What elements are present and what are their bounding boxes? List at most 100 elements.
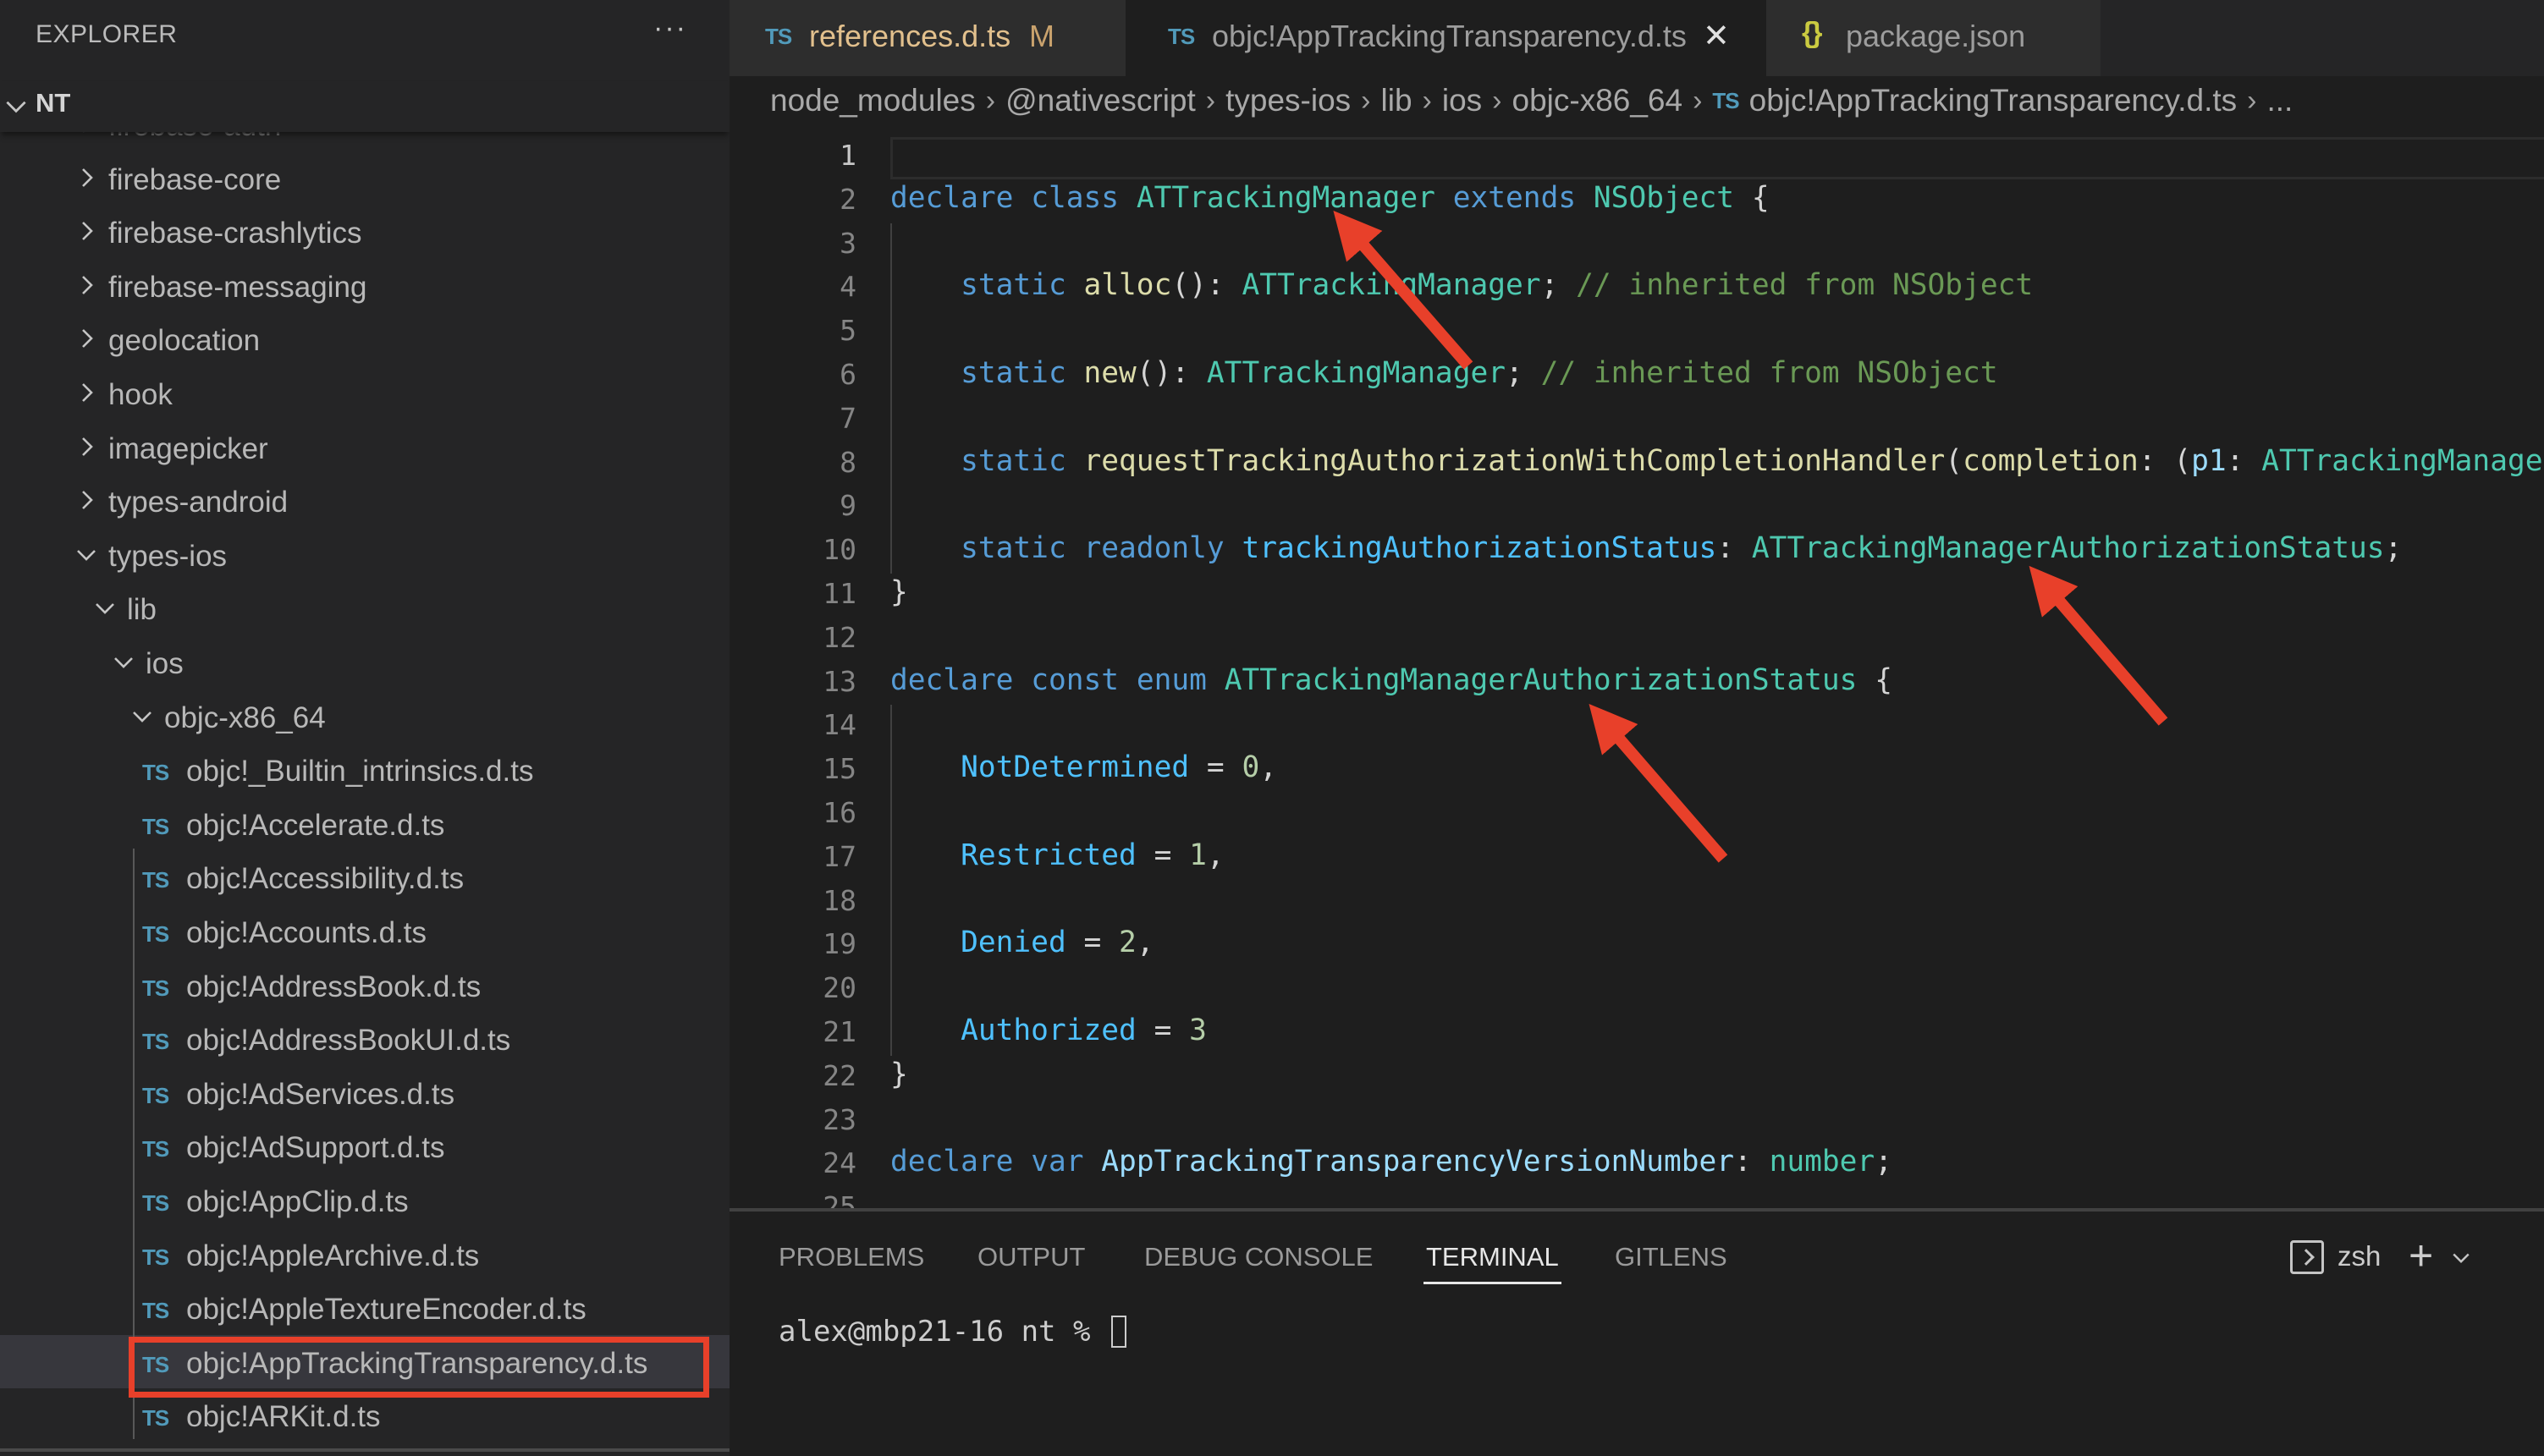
panel-tab-gitlens[interactable]: GITLENS <box>1615 1242 1727 1272</box>
tree-folder-imagepicker[interactable]: imagepicker <box>0 420 730 474</box>
tab-references-d-ts[interactable]: TS references.d.ts M <box>730 0 1126 76</box>
code-token: , <box>1136 926 1154 960</box>
tab-package-json[interactable]: {} package.json <box>1766 0 2101 76</box>
code-line[interactable]: static readonly trackingAuthorizationSta… <box>890 531 2402 565</box>
tree-file-objc-accelerate-d-ts[interactable]: TS objc!Accelerate.d.ts <box>0 797 730 850</box>
tree-folder-firebase-crashlytics[interactable]: firebase-crashlytics <box>0 205 730 258</box>
ellipsis-icon[interactable]: ··· <box>653 12 687 45</box>
code-line[interactable]: } <box>890 1058 908 1091</box>
tree-file-objc-addressbook-d-ts[interactable]: TS objc!AddressBook.d.ts <box>0 959 730 1012</box>
terminal-output[interactable]: alex@mbp21-16 nt % <box>779 1315 1126 1349</box>
close-icon[interactable]: ✕ <box>1703 17 1730 55</box>
code-line[interactable]: declare class ATTrackingManager extends … <box>890 181 1770 215</box>
tree-item-label: objc!AddressBookUI.d.ts <box>186 1024 511 1058</box>
code-line[interactable]: Restricted = 1, <box>890 838 1225 872</box>
tree-folder-geolocation[interactable]: geolocation <box>0 312 730 365</box>
panel-tab-output[interactable]: OUTPUT <box>977 1242 1085 1272</box>
tree-file-objc-appclip-d-ts[interactable]: TS objc!AppClip.d.ts <box>0 1173 730 1227</box>
breadcrumb-segment[interactable]: node_modules <box>770 83 976 118</box>
tree-item-label: objc!AppleTextureEncoder.d.ts <box>186 1293 586 1327</box>
tab-label: objc!AppTrackingTransparency.d.ts <box>1212 19 1687 53</box>
typescript-file-icon: TS <box>142 1244 169 1270</box>
code-token: ATTrackingManagerAuthorizationStatus <box>1224 662 1858 697</box>
tree-folder-ios[interactable]: ios <box>0 635 730 689</box>
code-token: ; <box>1506 356 1541 390</box>
tree-folder-lib[interactable]: lib <box>0 581 730 635</box>
breadcrumb-segment[interactable]: objc-x86_64 <box>1512 83 1683 118</box>
tree-file-objc-adservices-d-ts[interactable]: TS objc!AdServices.d.ts <box>0 1066 730 1119</box>
tab-apptrackingtransparency-d-ts[interactable]: TS objc!AppTrackingTransparency.d.ts ✕ <box>1126 0 1766 76</box>
code-token: enum <box>1136 662 1207 697</box>
code-line[interactable]: declare const enum ATTrackingManagerAuth… <box>890 663 1892 697</box>
code-line[interactable]: } <box>890 575 908 609</box>
workspace-root-nt[interactable]: NT <box>0 81 730 132</box>
tree-folder-types-ios[interactable]: types-ios <box>0 528 730 581</box>
code-editor[interactable]: 1 2 3 4 5 6 7 8 9 10 11 12 13 14 15 16 17 18 19 20 21 22 23 24 2… <box>730 132 2544 1208</box>
code-line[interactable]: static requestTrackingAuthorizationWithC… <box>890 444 2544 478</box>
tree-file-objc-addressbookui-d-ts[interactable]: TS objc!AddressBookUI.d.ts <box>0 1012 730 1065</box>
code-line[interactable]: Denied = 2, <box>890 926 1154 959</box>
tab-label: package.json <box>1846 19 2026 53</box>
sidebar-horizontal-scrollbar[interactable] <box>0 1448 730 1452</box>
tree-item-label: firebase-crashlytics <box>108 217 362 250</box>
tree-folder-types-android[interactable]: types-android <box>0 474 730 527</box>
bottom-panel: PROBLEMS OUTPUT DEBUG CONSOLE TERMINAL G… <box>730 1208 2544 1456</box>
chevron-right-icon: › <box>1693 84 1703 117</box>
panel-tab-problems[interactable]: PROBLEMS <box>779 1242 924 1272</box>
typescript-file-icon: TS <box>142 1405 169 1431</box>
line-number: 15 <box>823 752 856 786</box>
tree-file-objc-arkit-d-ts[interactable]: TS objc!ARKit.d.ts <box>0 1388 730 1442</box>
tree-item-label: lib <box>127 593 157 627</box>
code-token: Restricted <box>961 838 1137 872</box>
code-line[interactable]: Authorized = 3 <box>890 1014 1207 1047</box>
panel-tab-terminal[interactable]: TERMINAL <box>1423 1242 1561 1284</box>
code-line[interactable]: NotDetermined = 0, <box>890 750 1277 784</box>
tree-folder-firebase-messaging[interactable]: firebase-messaging <box>0 259 730 312</box>
tree-folder-objc-x86-64[interactable]: objc-x86_64 <box>0 690 730 743</box>
terminal-icon[interactable] <box>2290 1240 2324 1274</box>
line-number: 11 <box>823 577 856 610</box>
code-token: // inherited from NSObject <box>1540 356 1998 390</box>
plus-icon[interactable]: + <box>2409 1234 2433 1277</box>
tree-file-objc-accessibility-d-ts[interactable]: TS objc!Accessibility.d.ts <box>0 850 730 904</box>
code-token: ( <box>1945 443 1963 478</box>
tree-file-objc-builtin-intrinsics-d-ts[interactable]: TS objc!_Builtin_intrinsics.d.ts <box>0 743 730 796</box>
terminal-name[interactable]: zsh <box>2338 1240 2381 1272</box>
code-line[interactable]: static alloc(): ATTrackingManager; // in… <box>890 268 2033 302</box>
code-token: } <box>890 575 908 609</box>
explorer-title: EXPLORER <box>36 20 178 48</box>
current-line-highlight <box>890 137 2544 179</box>
code-line[interactable]: static new(): ATTrackingManager; // inhe… <box>890 356 1998 390</box>
breadcrumb-symbol[interactable]: ... <box>2266 83 2293 118</box>
chevron-right-icon: › <box>1422 84 1432 117</box>
tree-file-objc-apptrackingtransparency-d-ts[interactable]: TS objc!AppTrackingTransparency.d.ts <box>0 1334 730 1388</box>
breadcrumb-segment[interactable]: lib <box>1381 83 1412 118</box>
typescript-file-icon: TS <box>1168 24 1195 49</box>
line-number: 8 <box>840 445 856 479</box>
breadcrumb-segment[interactable]: ios <box>1442 83 1482 118</box>
typescript-file-icon: TS <box>142 813 169 839</box>
tree-folder-firebase-core[interactable]: firebase-core <box>0 151 730 205</box>
chevron-right-icon <box>82 275 93 294</box>
line-number: 22 <box>823 1058 856 1092</box>
tree-folder-hook[interactable]: hook <box>0 366 730 420</box>
tree-file-objc-appletextureencoder-d-ts[interactable]: TS objc!AppleTextureEncoder.d.ts <box>0 1281 730 1334</box>
code-token: declare <box>890 662 1014 697</box>
breadcrumb-segment[interactable]: types-ios <box>1225 83 1351 118</box>
chevron-right-icon <box>82 491 93 510</box>
panel-tab-debug-console[interactable]: DEBUG CONSOLE <box>1144 1242 1373 1272</box>
code-line[interactable]: declare var AppTrackingTransparencyVersi… <box>890 1145 1892 1179</box>
tree-file-objc-adsupport-d-ts[interactable]: TS objc!AdSupport.d.ts <box>0 1119 730 1173</box>
chevron-down-icon[interactable] <box>2449 1245 2473 1269</box>
tree-file-objc-accounts-d-ts[interactable]: TS objc!Accounts.d.ts <box>0 904 730 958</box>
chevron-down-icon <box>133 711 151 723</box>
code-token: declare <box>890 180 1014 215</box>
code-area[interactable]: declare class ATTrackingManager extends … <box>890 132 2544 1208</box>
tree-file-objc-applearchive-d-ts[interactable]: TS objc!AppleArchive.d.ts <box>0 1228 730 1281</box>
code-token: ; <box>1875 1145 1892 1179</box>
line-number: 7 <box>840 401 856 435</box>
breadcrumb-segment[interactable]: @nativescript <box>1005 83 1196 118</box>
breadcrumb-file[interactable]: objc!AppTrackingTransparency.d.ts <box>1749 83 2238 118</box>
